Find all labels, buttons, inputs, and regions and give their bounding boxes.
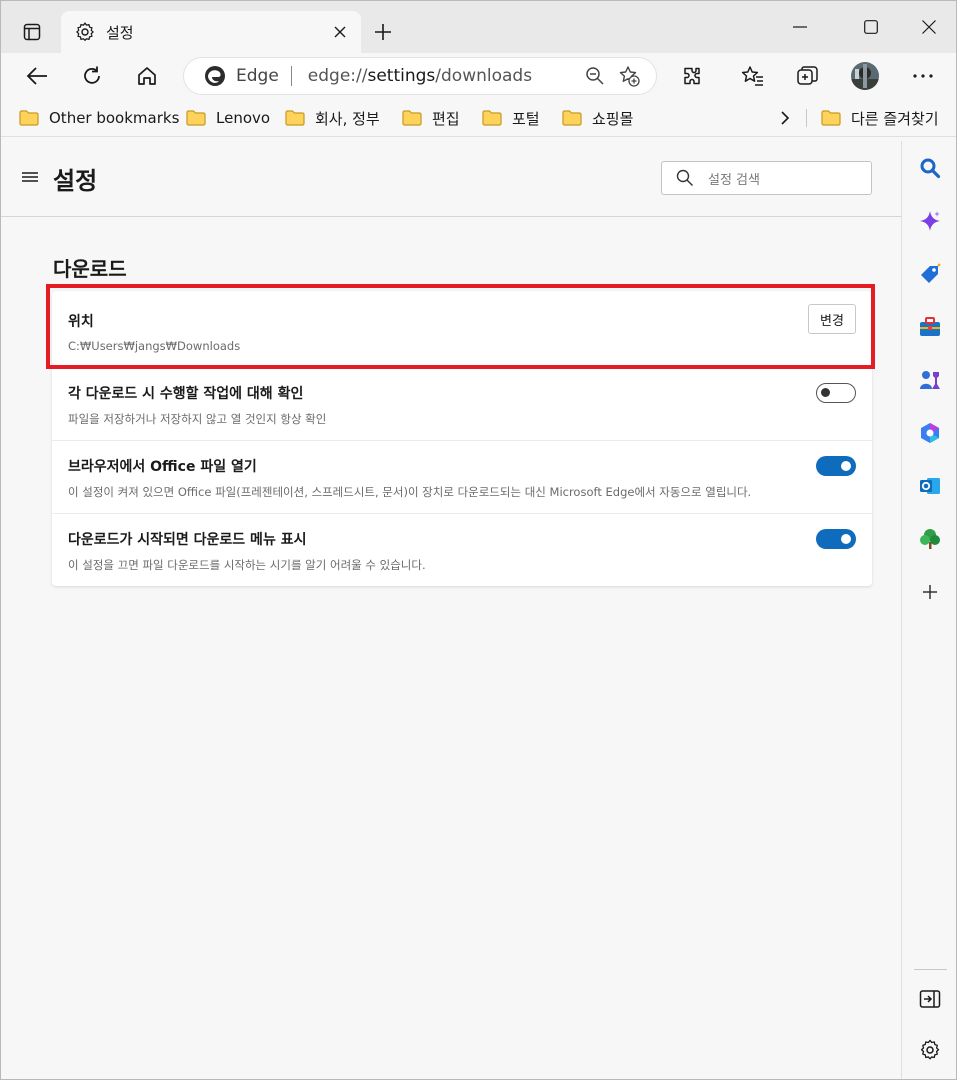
search-icon (676, 169, 693, 186)
folder-icon (285, 110, 305, 126)
title-bar: 설정 (1, 1, 956, 53)
folder-icon (19, 110, 39, 126)
close-tab-icon[interactable] (325, 17, 355, 47)
folder-icon (562, 110, 582, 126)
ask-each-download-label: 각 다운로드 시 수행할 작업에 대해 확인 (68, 386, 304, 402)
microsoft365-icon[interactable] (917, 420, 943, 446)
ask-each-download-row: 각 다운로드 시 수행할 작업에 대해 확인 파일을 저장하거나 저장하지 않고… (52, 368, 872, 441)
active-tab[interactable]: 설정 (61, 11, 361, 53)
bookmark-folder[interactable]: Other bookmarks (19, 107, 179, 129)
change-location-button[interactable]: 변경 (808, 304, 856, 334)
edge-sidebar (901, 141, 956, 1079)
settings-search-input[interactable]: 설정 검색 (661, 161, 872, 195)
home-icon[interactable] (129, 58, 165, 94)
bookmarks-divider (806, 109, 807, 127)
bookmark-label: Other bookmarks (49, 109, 180, 127)
office-in-browser-label: 브라우저에서 Office 파일 열기 (68, 459, 257, 475)
page-title: 설정 (53, 167, 98, 195)
bookmark-folder[interactable]: 회사, 정부 (285, 107, 380, 129)
hamburger-menu-icon[interactable] (21, 167, 39, 187)
sidebar-divider (914, 969, 947, 970)
location-label: 위치 (68, 314, 94, 330)
tab-actions-icon[interactable] (15, 15, 49, 49)
search-icon[interactable] (917, 155, 943, 181)
settings-header: 설정 설정 검색 (1, 141, 901, 217)
bookmarks-overflow-chevron-icon[interactable] (780, 107, 790, 129)
sidebar-settings-icon[interactable] (917, 1037, 943, 1063)
toggle-knob (821, 388, 830, 397)
bookmark-label: Lenovo (216, 109, 271, 127)
tree-icon[interactable] (917, 526, 943, 552)
profile-avatar[interactable] (847, 58, 883, 94)
refresh-icon[interactable] (74, 58, 110, 94)
copilot-icon[interactable] (917, 208, 943, 234)
bookmark-label: 다른 즐겨찾기 (851, 109, 939, 128)
new-tab-icon[interactable] (367, 16, 399, 48)
add-icon[interactable] (917, 579, 943, 605)
gear-icon (74, 21, 96, 43)
bookmarks-bar: Other bookmarks Lenovo 회사, 정부 편집 포털 쇼핑몰 (1, 99, 956, 137)
address-bar[interactable]: Edge edge://settings/downloads (183, 57, 657, 95)
maximize-icon[interactable] (846, 9, 896, 45)
url-suffix: /downloads (435, 66, 533, 86)
edge-logo-icon (205, 66, 225, 86)
add-favorite-icon[interactable] (612, 59, 646, 93)
search-placeholder: 설정 검색 (708, 172, 760, 188)
other-favorites-folder[interactable]: 다른 즐겨찾기 (821, 107, 939, 129)
settings-content: 설정 설정 검색 다운로드 위치 C:₩Users₩jangs₩Download… (1, 141, 901, 1079)
downloads-settings-card: 위치 C:₩Users₩jangs₩Downloads 변경 각 다운로드 시 … (52, 291, 872, 586)
favorites-icon[interactable] (735, 58, 771, 94)
office-in-browser-desc: 이 설정이 켜져 있으면 Office 파일(프레젠테이션, 스프레드시트, 문… (68, 485, 752, 499)
bookmark-folder[interactable]: 쇼핑몰 (562, 107, 633, 129)
bookmark-label: 포털 (512, 109, 540, 128)
tools-briefcase-icon[interactable] (917, 314, 943, 340)
bookmark-label: 회사, 정부 (315, 109, 380, 128)
show-downloads-menu-desc: 이 설정을 끄면 파일 다운로드를 시작하는 시기를 알기 어려울 수 있습니다… (68, 558, 426, 572)
bookmark-label: 편집 (432, 109, 460, 128)
edge-brand-label: Edge (236, 66, 279, 86)
section-title: 다운로드 (53, 257, 127, 281)
url-path: settings (367, 66, 436, 86)
office-in-browser-toggle[interactable] (816, 456, 856, 476)
zoom-icon[interactable] (578, 59, 612, 93)
outlook-icon[interactable] (917, 473, 943, 499)
more-options-icon[interactable] (905, 58, 941, 94)
show-downloads-menu-row: 다운로드가 시작되면 다운로드 메뉴 표시 이 설정을 끄면 파일 다운로드를 … (52, 514, 872, 586)
collections-icon[interactable] (790, 58, 826, 94)
bookmark-label: 쇼핑몰 (592, 109, 634, 128)
location-path: C:₩Users₩jangs₩Downloads (68, 339, 241, 353)
shopping-tag-icon[interactable] (917, 261, 943, 287)
back-icon[interactable] (19, 58, 55, 94)
url-text[interactable]: edge://settings/downloads (308, 66, 578, 86)
folder-icon (821, 110, 841, 126)
tab-title: 설정 (106, 23, 134, 42)
show-downloads-menu-label: 다운로드가 시작되면 다운로드 메뉴 표시 (68, 532, 307, 548)
extensions-icon[interactable] (674, 58, 710, 94)
bookmark-folder[interactable]: 편집 (402, 107, 460, 129)
folder-icon (482, 110, 502, 126)
bookmark-folder[interactable]: 포털 (482, 107, 540, 129)
location-row: 위치 C:₩Users₩jangs₩Downloads 변경 (52, 291, 872, 368)
close-window-icon[interactable] (904, 9, 954, 45)
show-downloads-menu-toggle[interactable] (816, 529, 856, 549)
folder-icon (402, 110, 422, 126)
toggle-knob (841, 461, 851, 471)
minimize-icon[interactable] (775, 9, 825, 45)
browser-window: 설정 Edge edge://settings/downloads Other … (0, 0, 957, 1080)
ask-each-download-desc: 파일을 저장하거나 저장하지 않고 열 것인지 항상 확인 (68, 412, 327, 426)
bookmark-folder[interactable]: Lenovo (186, 107, 270, 129)
folder-icon (186, 110, 206, 126)
toggle-knob (841, 534, 851, 544)
games-icon[interactable] (917, 367, 943, 393)
address-separator (290, 66, 292, 86)
hide-sidebar-icon[interactable] (917, 986, 943, 1012)
navigation-bar: Edge edge://settings/downloads (1, 53, 956, 99)
office-in-browser-row: 브라우저에서 Office 파일 열기 이 설정이 켜져 있으면 Office … (52, 441, 872, 514)
ask-each-download-toggle[interactable] (816, 383, 856, 403)
url-prefix: edge:// (307, 66, 368, 86)
